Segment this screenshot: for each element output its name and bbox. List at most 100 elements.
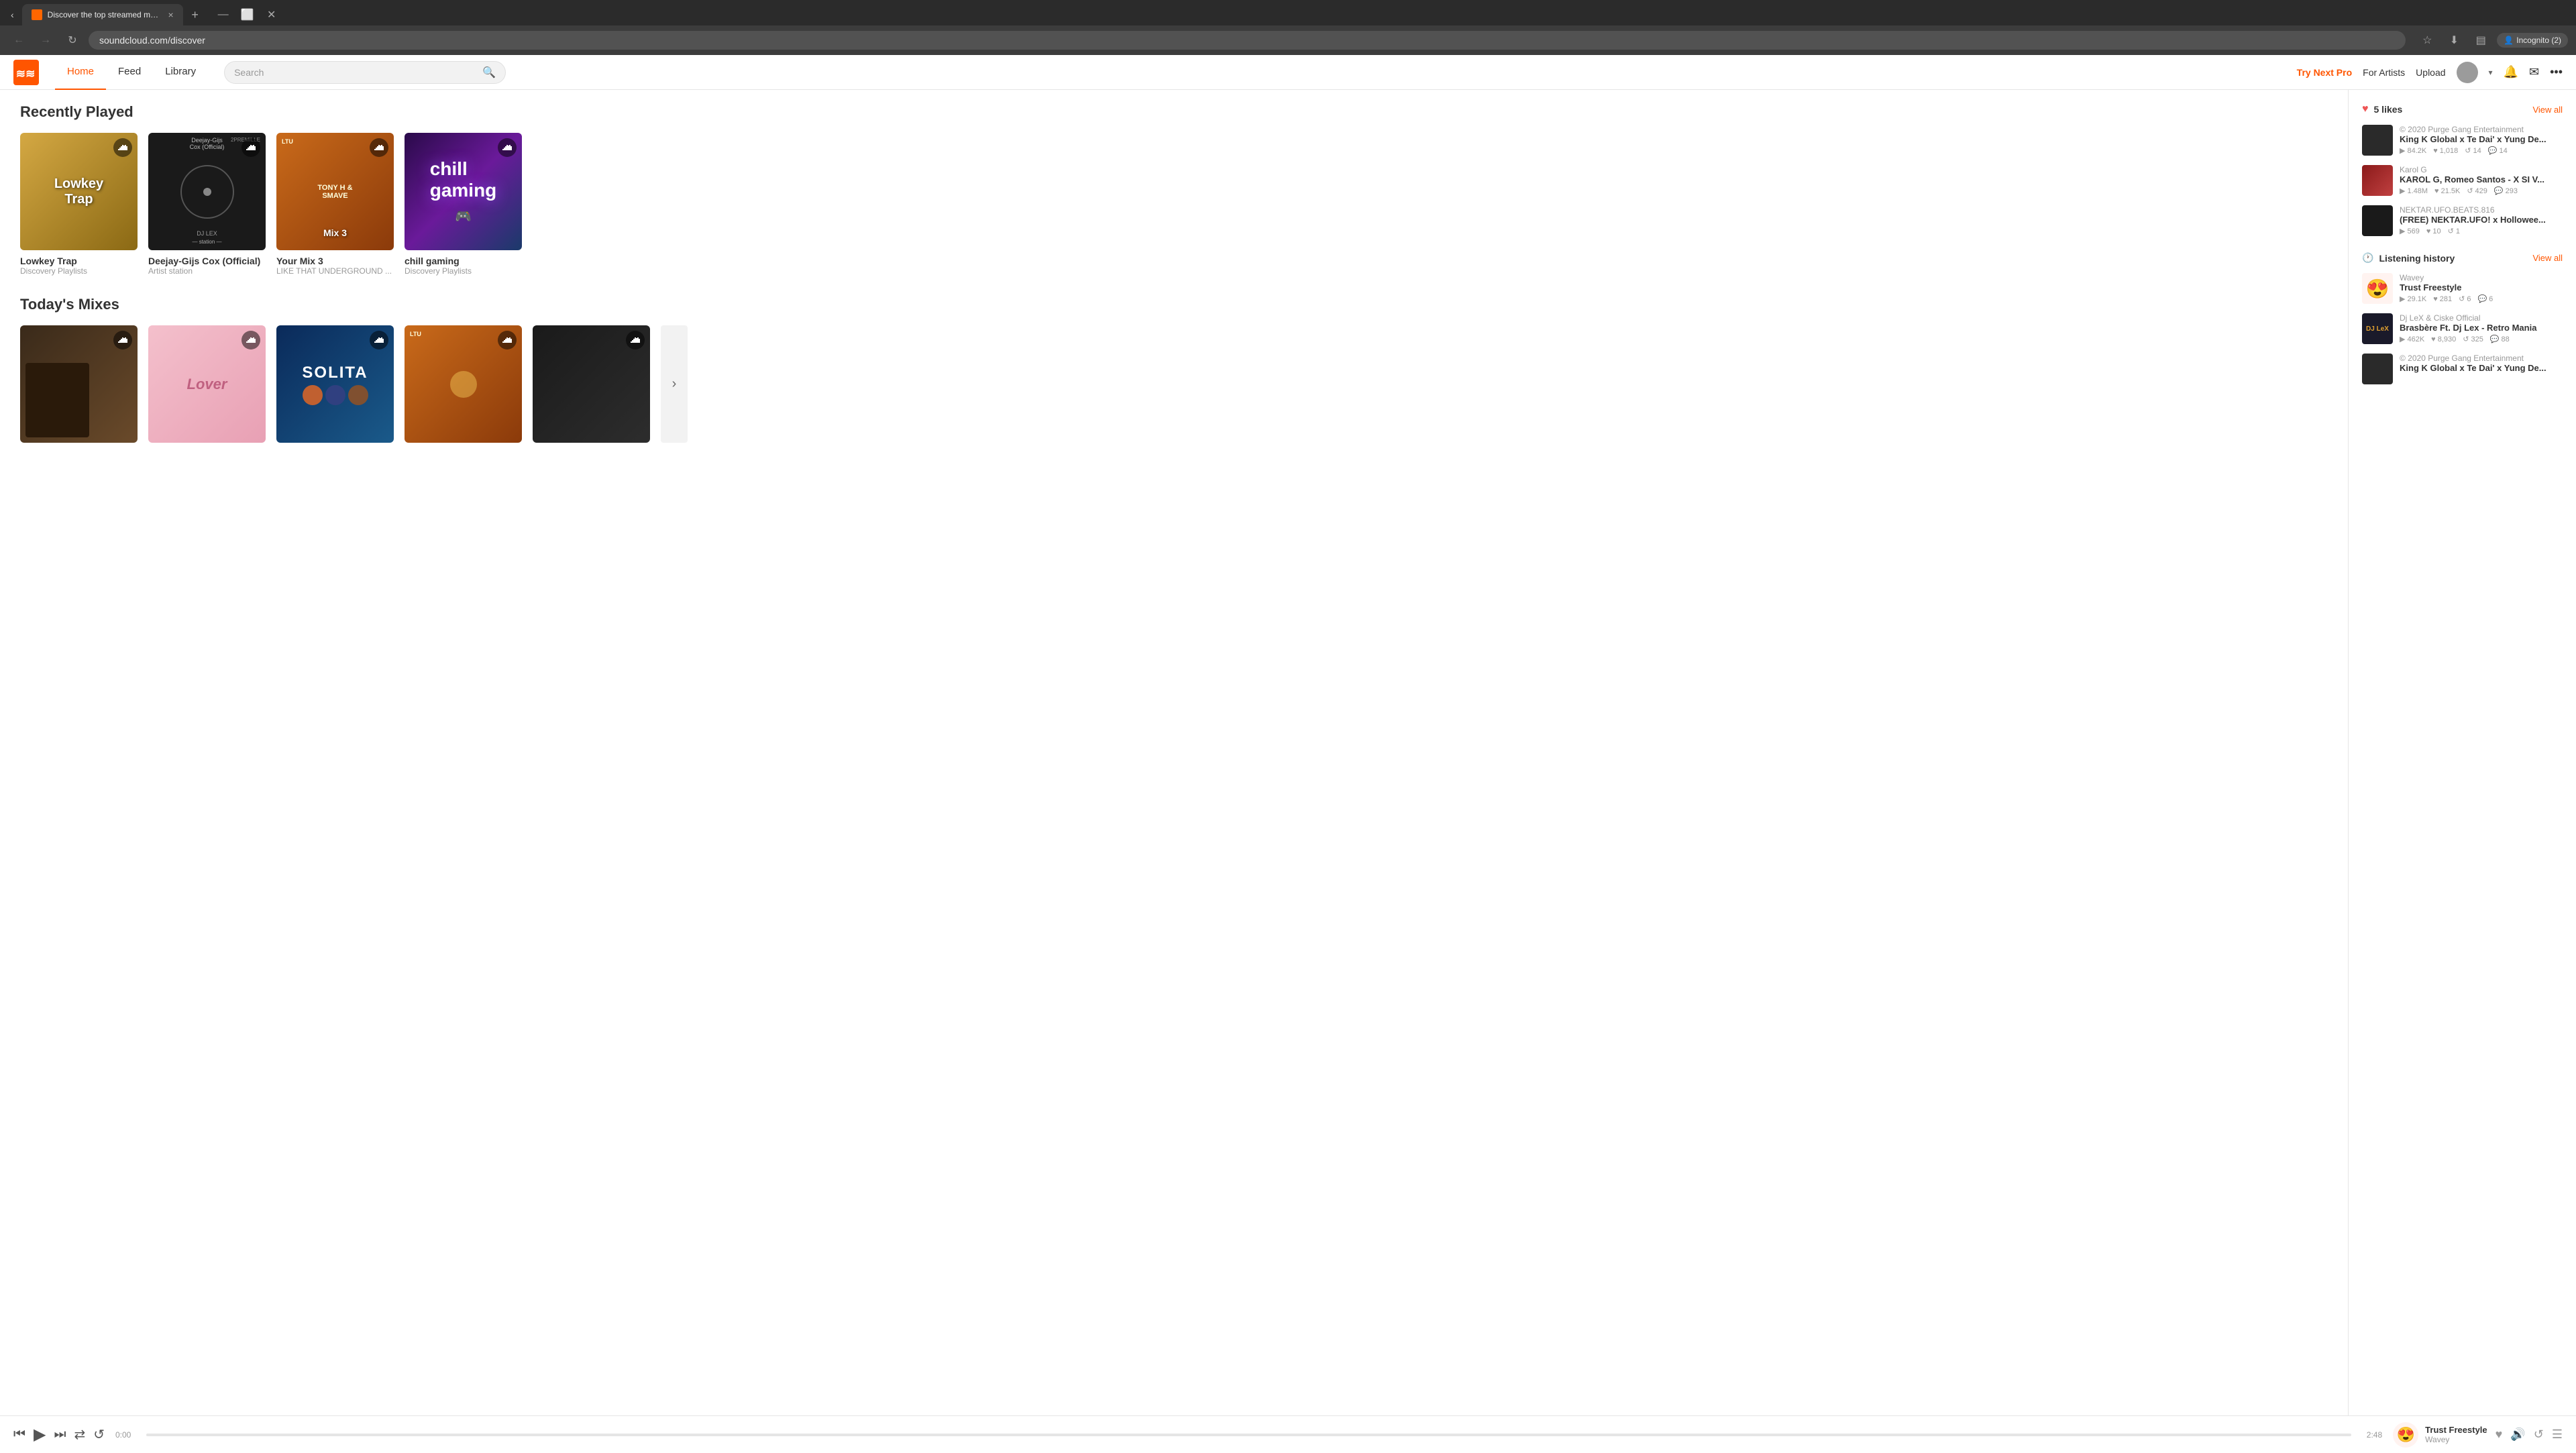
logo[interactable]: ≋≋: [13, 60, 39, 85]
artist-name-display: Wavey: [2425, 1435, 2487, 1444]
more-options-button[interactable]: •••: [2550, 65, 2563, 79]
play-pause-button[interactable]: ▶: [34, 1425, 46, 1444]
download-button[interactable]: ⬇: [2443, 30, 2465, 51]
track-art-king2: [2362, 354, 2393, 384]
card-art-mix-a: [20, 325, 138, 443]
track-info-nektar: NEKTAR.UFO.BEATS.816 (FREE) NEKTAR.UFO! …: [2400, 205, 2563, 235]
heart-icon: ♥: [2362, 103, 2369, 115]
history-track-djlex[interactable]: DJ LeX Dj LeX & Ciske Official Brasbère …: [2362, 313, 2563, 344]
soundcloud-btn-mix-b[interactable]: [241, 331, 260, 349]
soundcloud-btn-mix-a[interactable]: [113, 331, 132, 349]
forward-button[interactable]: →: [35, 30, 56, 51]
soundcloud-btn-mix-e[interactable]: [626, 331, 645, 349]
queue-button[interactable]: ☰: [2552, 1428, 2563, 1442]
liked-track-1[interactable]: © 2020 Purge Gang Entertainment King K G…: [2362, 125, 2563, 156]
now-playing-text: Trust Freestyle Wavey: [2425, 1425, 2487, 1444]
url-bar[interactable]: [89, 31, 2406, 50]
maximize-button[interactable]: ⬜: [237, 4, 258, 25]
soundcloud-btn-mix3[interactable]: [370, 138, 388, 157]
card-mix-d[interactable]: LTU: [405, 325, 522, 448]
track-title-karol: KAROL G, Romeo Santos - X SI V...: [2400, 174, 2563, 184]
track-artist-nektar: NEKTAR.UFO.BEATS.816: [2400, 205, 2563, 215]
soundcloud-btn-lowkey[interactable]: [113, 138, 132, 157]
liked-track-3[interactable]: NEKTAR.UFO.BEATS.816 (FREE) NEKTAR.UFO! …: [2362, 205, 2563, 236]
soundcloud-btn-deejay[interactable]: [241, 138, 260, 157]
track-info-karol: Karol G KAROL G, Romeo Santos - X SI V..…: [2400, 165, 2563, 195]
notifications-button[interactable]: 🔔: [2504, 65, 2518, 79]
search-icon: 🔍: [482, 66, 496, 79]
card-mix-b[interactable]: Lover: [148, 325, 266, 448]
progress-bar-track[interactable]: [146, 1434, 2351, 1436]
skip-back-button[interactable]: ⏮: [13, 1427, 25, 1442]
playback-controls: ⏮ ▶ ⏭ ⇄ ↺: [13, 1425, 105, 1444]
skip-forward-button[interactable]: ⏭: [54, 1427, 66, 1442]
sidebar: ♥ 5 likes View all © 2020 Purge Gang Ent…: [2348, 90, 2576, 1415]
bookmark-button[interactable]: ☆: [2416, 30, 2438, 51]
card-mix-c[interactable]: SOLITA: [276, 325, 394, 448]
track-stats-wavey: ▶ 29.1K ♥ 281 ↺ 6 💬 6: [2400, 294, 2563, 303]
history-track-wavey[interactable]: 😍 Wavey Trust Freestyle ▶ 29.1K ♥ 281 ↺ …: [2362, 273, 2563, 304]
like-track-button[interactable]: ♥: [2496, 1428, 2503, 1442]
track-stats-karol: ▶ 1.48M ♥ 21.5K ↺ 429 💬 293: [2400, 186, 2563, 195]
tab-scroll-left[interactable]: ‹: [5, 7, 19, 23]
header-right: Try Next Pro For Artists Upload ▾ 🔔 ✉ ••…: [2297, 62, 2563, 83]
comments-stat: 💬 14: [2488, 146, 2508, 155]
active-tab[interactable]: Discover the top streamed mus... ×: [22, 4, 183, 25]
close-button[interactable]: ✕: [261, 4, 282, 25]
track-info-wavey: Wavey Trust Freestyle ▶ 29.1K ♥ 281 ↺ 6 …: [2400, 273, 2563, 303]
card-lowkey-trap[interactable]: LowkeyTrap Lowkey Trap Discovery Playlis…: [20, 133, 138, 276]
more-mixes-button[interactable]: ›: [661, 325, 688, 443]
nav-home[interactable]: Home: [55, 55, 106, 90]
soundcloud-btn-chill[interactable]: [498, 138, 517, 157]
likes-section: ♥ 5 likes View all © 2020 Purge Gang Ent…: [2362, 103, 2563, 236]
card-mix-a[interactable]: [20, 325, 138, 448]
try-next-pro-button[interactable]: Try Next Pro: [2297, 67, 2352, 78]
card-deejay[interactable]: Deejay-GijsCox (Official) DJ LEX — stati…: [148, 133, 266, 276]
track-art-king1: [2362, 125, 2393, 156]
history-header: 🕐 Listening history View all: [2362, 252, 2563, 264]
card-name-lowkey: Lowkey Trap: [20, 256, 138, 266]
track-info-djlex: Dj LeX & Ciske Official Brasbère Ft. Dj …: [2400, 313, 2563, 343]
incognito-badge[interactable]: 👤 Incognito (2): [2497, 33, 2568, 48]
card-chill-gaming[interactable]: chillgaming 🎮 chill gaming Discovery Pla…: [405, 133, 522, 276]
liked-track-2[interactable]: Karol G KAROL G, Romeo Santos - X SI V..…: [2362, 165, 2563, 196]
card-mix-e[interactable]: [533, 325, 650, 448]
shuffle-button[interactable]: ⇄: [74, 1426, 85, 1443]
card-art-mix-b: Lover: [148, 325, 266, 443]
track-title-king1: King K Global x Te Dai' x Yung De...: [2400, 134, 2563, 144]
soundcloud-btn-mix-c[interactable]: [370, 331, 388, 349]
card-art-deejay: Deejay-GijsCox (Official) DJ LEX — stati…: [148, 133, 266, 250]
soundcloud-btn-mix-d[interactable]: [498, 331, 517, 349]
minimize-button[interactable]: —: [213, 4, 234, 25]
sidebar-button[interactable]: ▤: [2470, 30, 2491, 51]
track-artist-djlex: Dj LeX & Ciske Official: [2400, 313, 2563, 323]
history-track-king2[interactable]: © 2020 Purge Gang Entertainment King K G…: [2362, 354, 2563, 384]
track-info-king1: © 2020 Purge Gang Entertainment King K G…: [2400, 125, 2563, 155]
history-view-all[interactable]: View all: [2532, 253, 2563, 263]
plays-stat: ▶ 84.2K: [2400, 146, 2426, 155]
tab-title: Discover the top streamed mus...: [48, 10, 163, 19]
for-artists-link[interactable]: For Artists: [2363, 67, 2405, 78]
nav-feed[interactable]: Feed: [106, 55, 153, 90]
nav-library[interactable]: Library: [153, 55, 208, 90]
card-name-chill: chill gaming: [405, 256, 522, 266]
volume-button[interactable]: 🔊: [2510, 1428, 2525, 1442]
card-sub-deejay: Artist station: [148, 266, 266, 276]
search-bar[interactable]: 🔍: [224, 61, 506, 84]
content-area: Recently Played LowkeyTrap Lowkey Trap D…: [0, 90, 2348, 1415]
track-title-djlex: Brasbère Ft. Dj Lex - Retro Mania: [2400, 323, 2563, 333]
player-right-section: 😍 Trust Freestyle Wavey ♥ 🔊 ↺ ☰: [2393, 1422, 2563, 1448]
messages-button[interactable]: ✉: [2529, 65, 2539, 79]
refresh-button[interactable]: ↻: [62, 30, 83, 51]
likes-view-all[interactable]: View all: [2532, 105, 2563, 115]
repeat-button[interactable]: ↺: [93, 1426, 105, 1443]
tab-close-btn[interactable]: ×: [168, 9, 173, 20]
new-tab-button[interactable]: +: [186, 5, 205, 24]
search-input[interactable]: [234, 67, 477, 78]
back-button[interactable]: ←: [8, 30, 30, 51]
avatar-button[interactable]: [2457, 62, 2478, 83]
avatar-chevron-icon[interactable]: ▾: [2489, 68, 2493, 77]
upload-button[interactable]: Upload: [2416, 67, 2445, 78]
repost-button[interactable]: ↺: [2534, 1428, 2544, 1442]
card-mix3[interactable]: LTU TONY H &SMAVE Mix 3 Your Mix 3 LIKE …: [276, 133, 394, 276]
